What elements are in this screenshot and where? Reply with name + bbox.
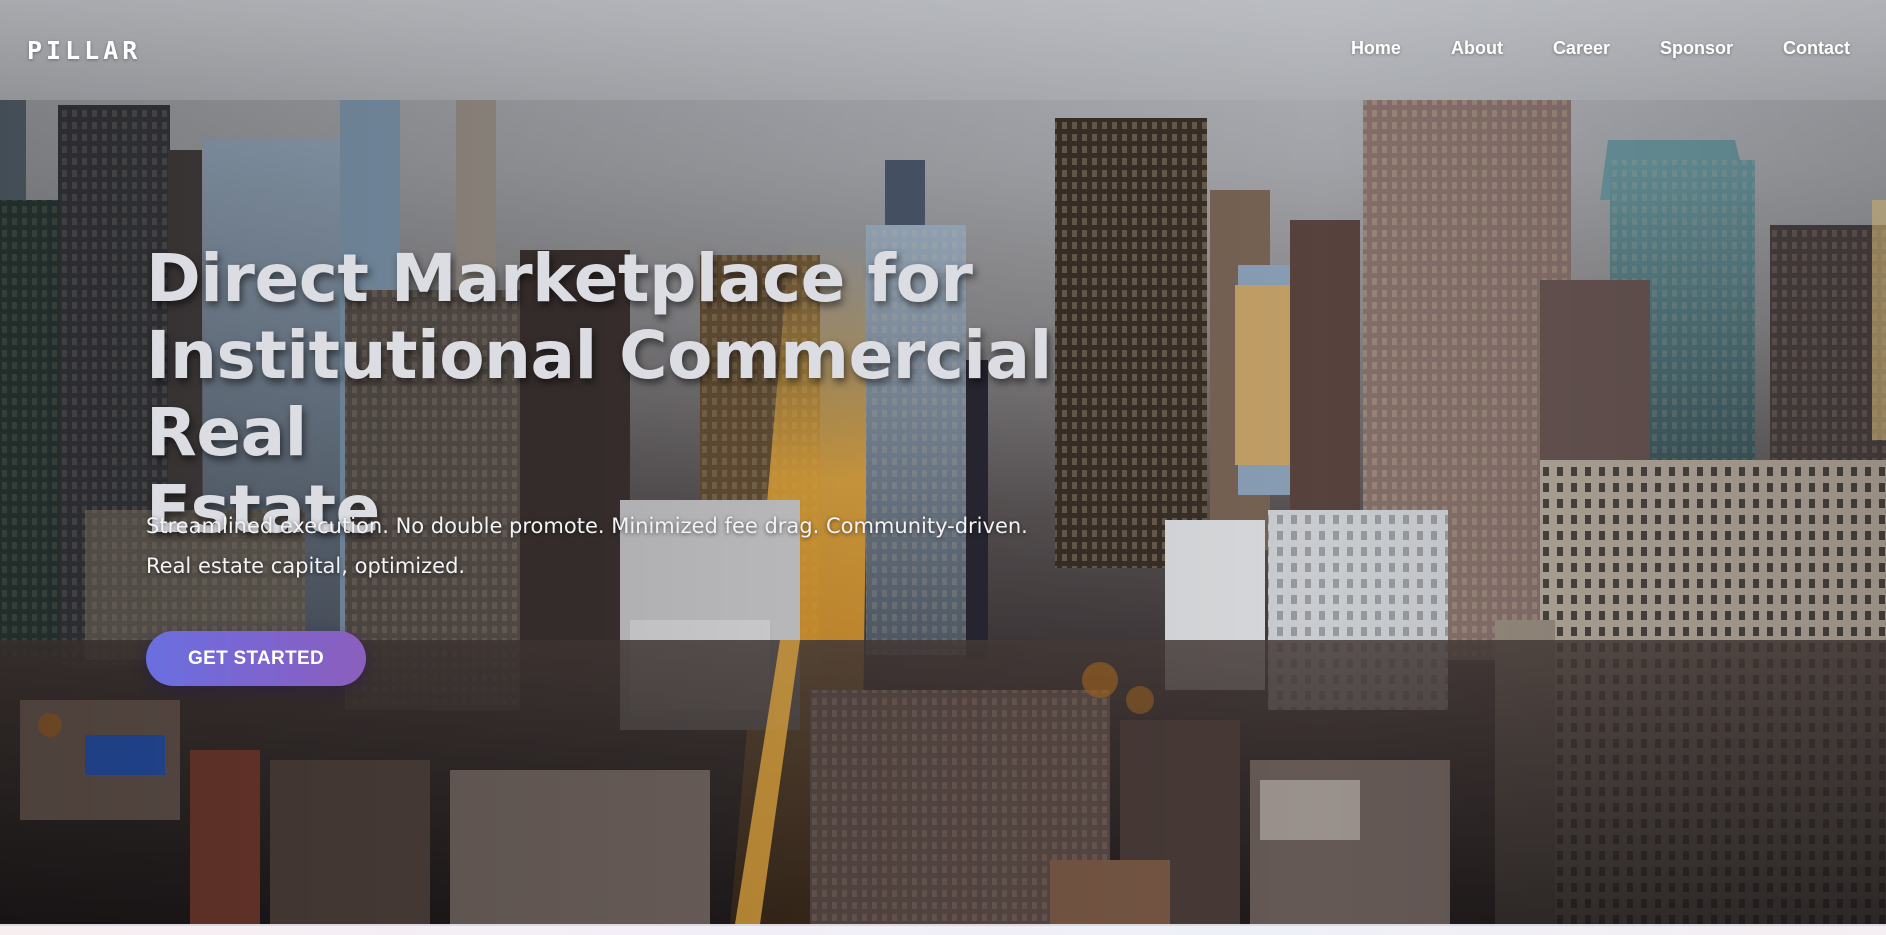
logo[interactable]: PILLAR — [27, 36, 141, 65]
site-header: PILLAR Home About Career Sponsor Contact — [0, 0, 1886, 100]
nav-home-link[interactable]: Home — [1351, 38, 1401, 59]
main-nav: Home About Career Sponsor Contact — [1301, 38, 1850, 59]
page-bottom-edge — [0, 924, 1886, 935]
nav-career-link[interactable]: Career — [1553, 38, 1610, 59]
hero-subtext: Streamlined execution. No double promote… — [146, 506, 1106, 586]
headline-line-1: Direct Marketplace for — [146, 240, 973, 317]
nav-about-link[interactable]: About — [1451, 38, 1503, 59]
subtext-line-1: Streamlined execution. No double promote… — [146, 514, 1028, 538]
nav-sponsor-link[interactable]: Sponsor — [1660, 38, 1733, 59]
hero-headline: Direct Marketplace for Institutional Com… — [146, 240, 1146, 548]
subtext-line-2: Real estate capital, optimized. — [146, 554, 466, 578]
get-started-button[interactable]: GET STARTED — [146, 631, 366, 686]
landing-page: PILLAR Home About Career Sponsor Contact… — [0, 0, 1886, 935]
nav-contact-link[interactable]: Contact — [1783, 38, 1850, 59]
headline-line-2: Institutional Commercial Real — [146, 317, 1052, 471]
